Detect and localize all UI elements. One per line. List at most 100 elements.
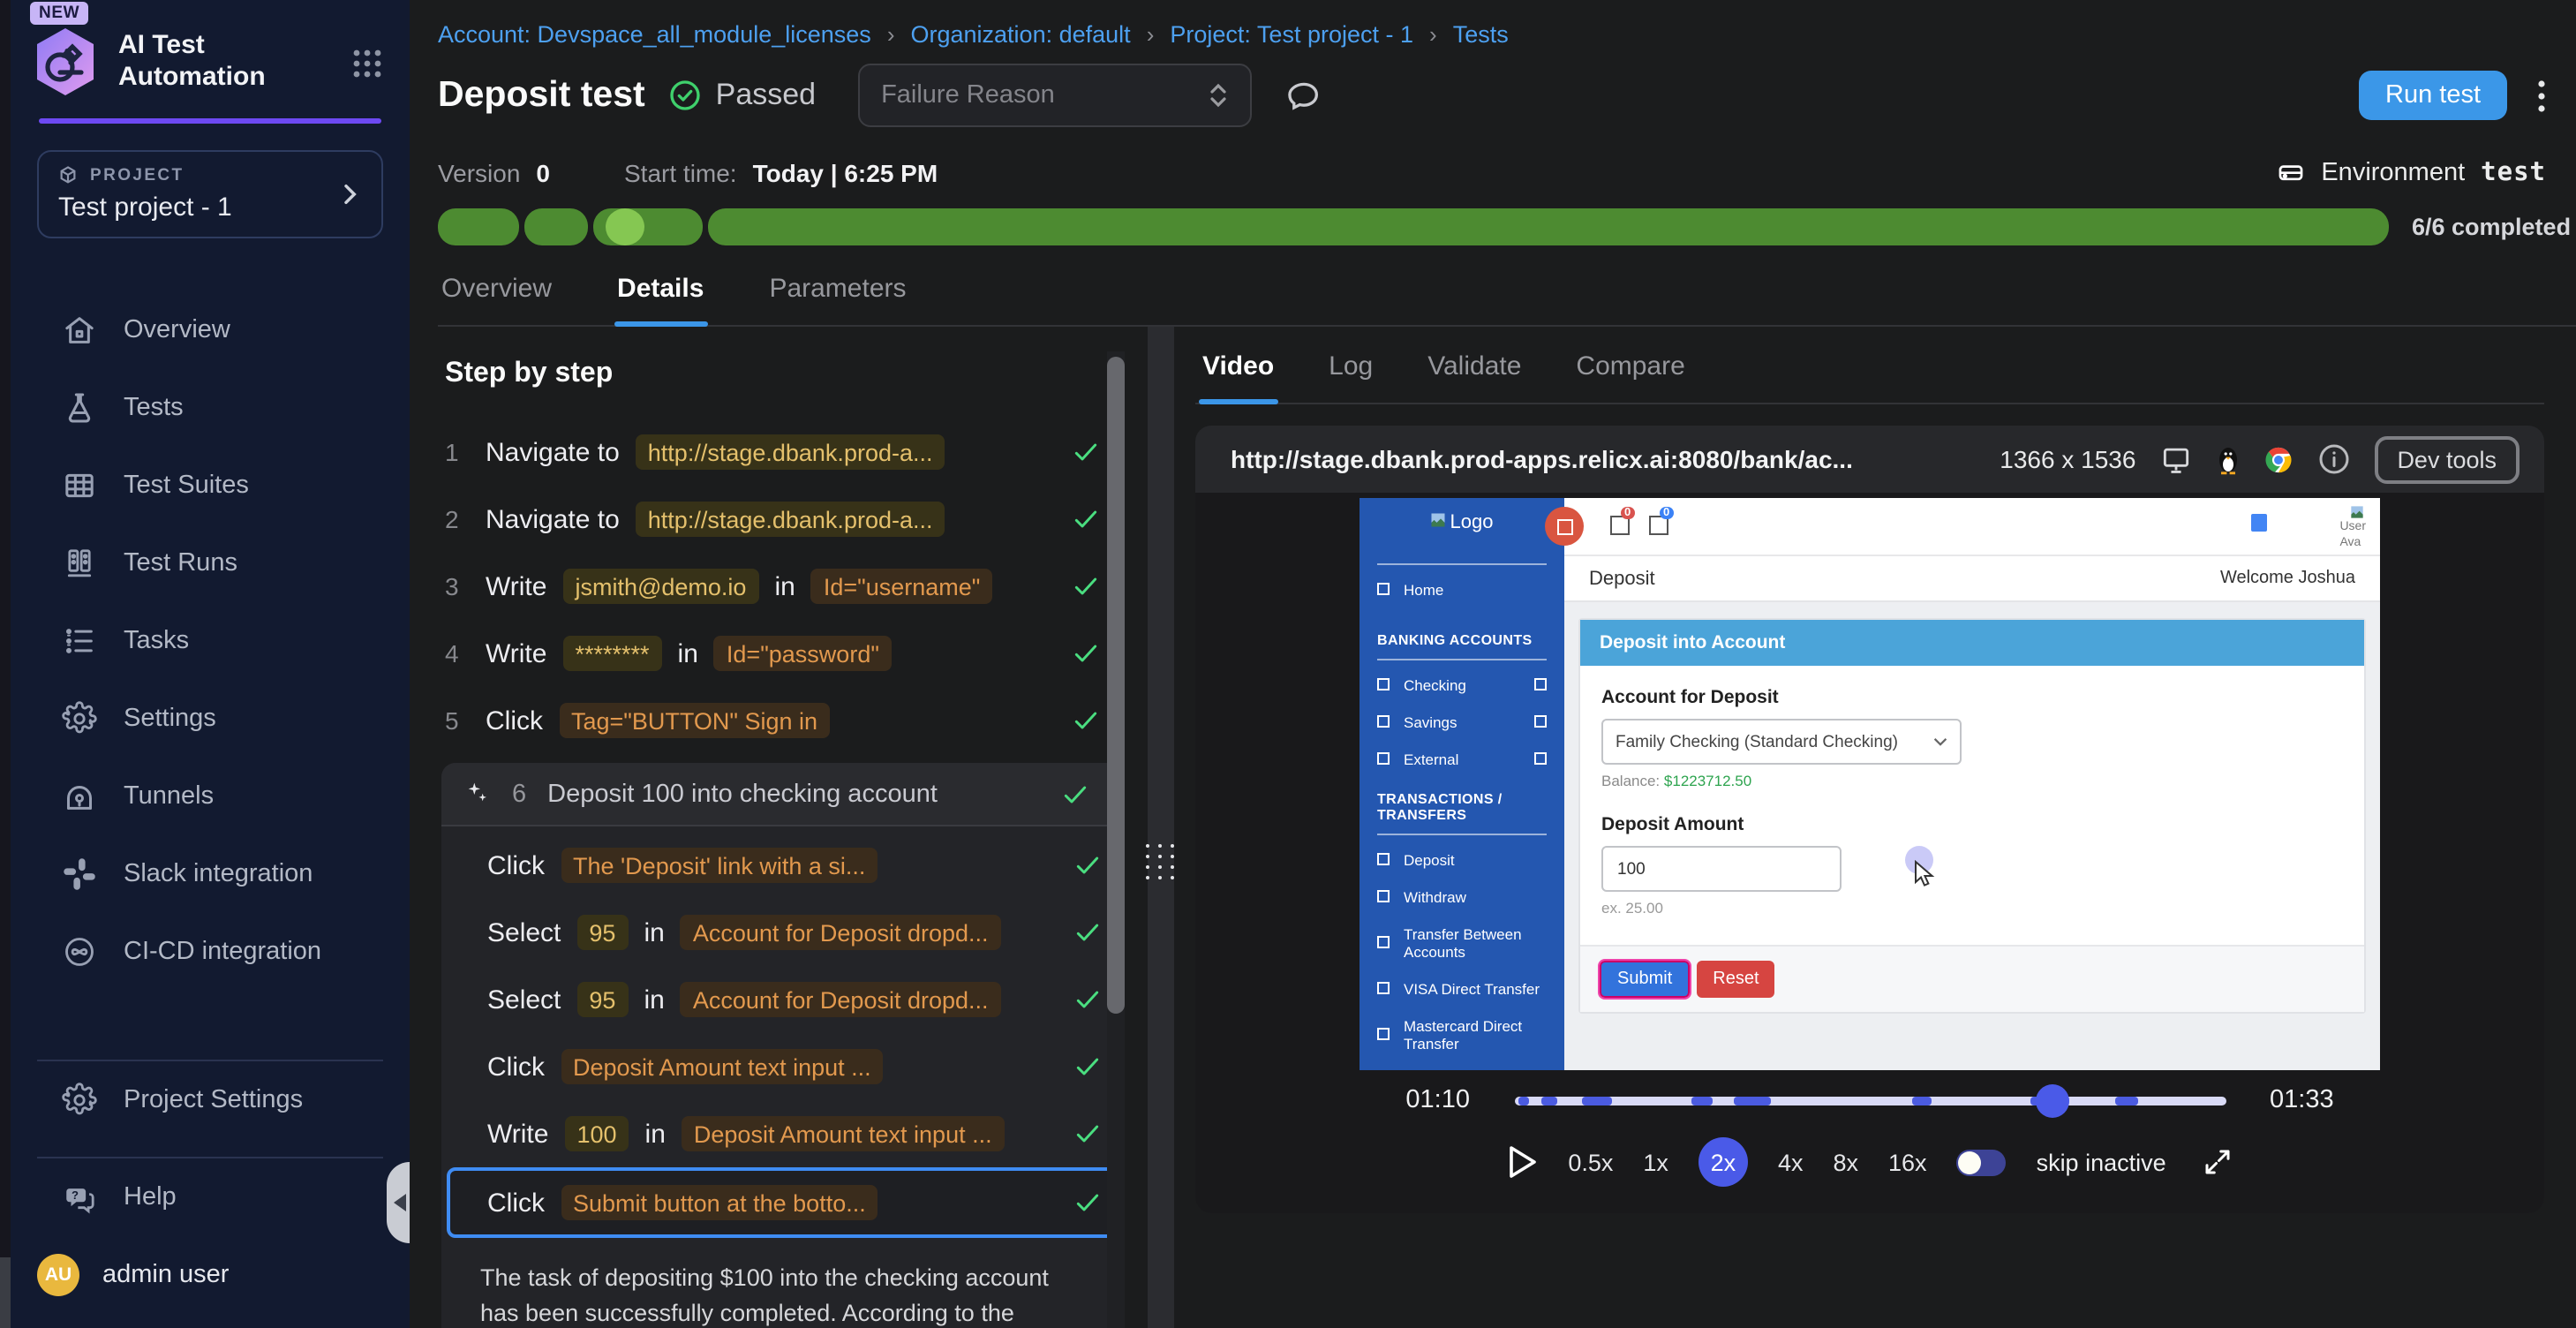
tab-details[interactable]: Details <box>617 274 704 325</box>
bank-nav-item-mastercard-direct-transfer[interactable]: Mastercard Direct Transfer <box>1360 1007 1564 1061</box>
substep-row[interactable]: ClickDeposit Amount text input ... <box>447 1033 1119 1100</box>
tab-parameters[interactable]: Parameters <box>769 274 906 325</box>
step-value-chip[interactable]: 95 <box>576 915 628 950</box>
play-icon[interactable] <box>1506 1144 1538 1180</box>
chrome-icon <box>2263 444 2293 474</box>
step-locator-chip[interactable]: Deposit Amount text input ... <box>561 1049 884 1084</box>
environment-value: test <box>2481 158 2546 186</box>
project-selector[interactable]: PROJECT Test project - 1 <box>37 150 383 238</box>
step-locator-chip[interactable]: Account for Deposit dropd... <box>681 982 1001 1017</box>
deposit-amount-input[interactable]: 100 <box>1601 846 1842 892</box>
step-locator-chip[interactable]: The 'Deposit' link with a si... <box>561 848 877 883</box>
sidebar-item-ci-cd-integration[interactable]: CI-CD integration <box>11 913 410 991</box>
step-row[interactable]: 5ClickTag="BUTTON" Sign in <box>438 687 1146 754</box>
panel-resizer[interactable] <box>1148 327 1174 1328</box>
divider <box>1377 834 1547 835</box>
step-locator-chip[interactable]: Id="password" <box>714 636 892 671</box>
sidebar-item-slack-integration[interactable]: Slack integration <box>11 835 410 913</box>
comment-icon[interactable] <box>1285 77 1322 114</box>
breadcrumb-item[interactable]: Account: Devspace_all_module_licenses <box>438 21 871 48</box>
video-tab-video[interactable]: Video <box>1202 351 1274 403</box>
step-locator-chip[interactable]: Id="username" <box>811 569 993 604</box>
bank-nav-item-withdraw[interactable]: Withdraw <box>1360 878 1564 915</box>
fullscreen-icon[interactable] <box>2202 1146 2233 1178</box>
sidebar-item-project-settings[interactable]: Project Settings <box>11 1061 410 1139</box>
bank-nav-label: External <box>1404 750 1520 767</box>
account-for-deposit-select[interactable]: Family Checking (Standard Checking) <box>1601 719 1962 765</box>
breadcrumb-item[interactable]: Organization: default <box>911 21 1131 48</box>
step-value-chip[interactable]: 100 <box>564 1116 629 1151</box>
sidebar-item-settings[interactable]: Settings <box>11 680 410 758</box>
bank-nav-item-home[interactable]: Home <box>1360 570 1564 607</box>
breadcrumb-item[interactable]: Tests <box>1453 21 1509 48</box>
step-value-chip[interactable]: ******** <box>562 636 661 671</box>
sidebar-item-label: Test Runs <box>124 549 237 577</box>
scrollbar-thumb[interactable] <box>1107 357 1125 1014</box>
step-locator-chip[interactable]: Submit button at the botto... <box>561 1185 878 1220</box>
speed-8x[interactable]: 8x <box>1833 1149 1858 1175</box>
notification-badge: 0 <box>1621 507 1634 519</box>
step-value-chip[interactable]: http://stage.dbank.prod-a... <box>636 434 945 470</box>
sidebar-item-help[interactable]: ?Help <box>11 1158 410 1236</box>
speed-16x[interactable]: 16x <box>1888 1149 1927 1175</box>
bank-reset-button[interactable]: Reset <box>1697 961 1774 998</box>
sidebar-item-tunnels[interactable]: Tunnels <box>11 758 410 835</box>
user-menu[interactable]: AU admin user <box>11 1236 410 1317</box>
step-value-chip[interactable]: 95 <box>576 982 628 1017</box>
step-locator-chip[interactable]: Account for Deposit dropd... <box>681 915 1001 950</box>
app-grid-icon[interactable] <box>350 46 385 81</box>
skip-inactive-toggle[interactable] <box>1957 1149 2007 1175</box>
broken-image-icon <box>2350 505 2364 519</box>
step-locator-chip[interactable]: Tag="BUTTON" Sign in <box>559 703 830 738</box>
status-label: Passed <box>716 78 816 113</box>
step-row[interactable]: 3Writejsmith@demo.ioinId="username" <box>438 553 1146 620</box>
video-tab-log[interactable]: Log <box>1329 351 1373 403</box>
substep-row-selected[interactable]: ClickSubmit button at the botto... <box>447 1167 1119 1238</box>
steps-scrollbar[interactable] <box>1107 351 1125 1328</box>
bank-nav-item-deposit[interactable]: Deposit <box>1360 841 1564 878</box>
substep-row[interactable]: Write100inDeposit Amount text input ... <box>447 1100 1119 1167</box>
timeline-thumb[interactable] <box>2036 1083 2069 1117</box>
step-row[interactable]: 2Navigate tohttp://stage.dbank.prod-a... <box>438 486 1146 553</box>
sidebar-item-overview[interactable]: Overview <box>11 291 410 369</box>
bank-nav-item-visa-direct-transfer[interactable]: VISA Direct Transfer <box>1360 970 1564 1007</box>
breadcrumb-separator: › <box>1429 21 1437 48</box>
monitor-icon <box>2158 442 2192 476</box>
speed-2x[interactable]: 2x <box>1699 1137 1748 1187</box>
sidebar-collapse-handle[interactable] <box>387 1162 410 1243</box>
bank-nav-item-checking[interactable]: Checking <box>1360 666 1564 703</box>
sidebar-item-test-suites[interactable]: Test Suites <box>11 447 410 524</box>
sidebar-item-test-runs[interactable]: Test Runs <box>11 524 410 602</box>
video-tab-validate[interactable]: Validate <box>1427 351 1521 403</box>
bank-nav-item-external[interactable]: External <box>1360 740 1564 777</box>
speed-1x[interactable]: 1x <box>1643 1149 1668 1175</box>
step-value-chip[interactable]: jsmith@demo.io <box>562 569 758 604</box>
substep-row[interactable]: Select95inAccount for Deposit dropd... <box>447 966 1119 1033</box>
bank-submit-button[interactable]: Submit <box>1600 961 1690 998</box>
gear-icon <box>62 1083 97 1118</box>
step-locator-chip[interactable]: Deposit Amount text input ... <box>682 1116 1005 1151</box>
bank-nav-item-transfer-between-accounts[interactable]: Transfer Between Accounts <box>1360 915 1564 970</box>
more-menu-icon[interactable] <box>2537 79 2546 112</box>
speed-4x[interactable]: 4x <box>1778 1149 1804 1175</box>
substep-row[interactable]: Select95inAccount for Deposit dropd... <box>447 899 1119 966</box>
tab-overview[interactable]: Overview <box>441 274 552 325</box>
step-row[interactable]: 1Navigate tohttp://stage.dbank.prod-a... <box>438 419 1146 486</box>
sidebar-item-tasks[interactable]: Tasks <box>11 602 410 680</box>
timeline-track[interactable] <box>1514 1096 2226 1105</box>
devtools-button[interactable]: Dev tools <box>2374 435 2520 483</box>
bank-nav-label: Deposit <box>1404 850 1547 868</box>
step-value-chip[interactable]: http://stage.dbank.prod-a... <box>636 502 945 537</box>
bank-nav-item-savings[interactable]: Savings <box>1360 703 1564 740</box>
breadcrumb-item[interactable]: Project: Test project - 1 <box>1170 21 1413 48</box>
failure-reason-select[interactable]: Failure Reason <box>858 64 1252 127</box>
step-group-header[interactable]: 6 Deposit 100 into checking account <box>441 763 1125 826</box>
run-test-button[interactable]: Run test <box>2359 71 2507 120</box>
progress-segment <box>524 208 588 245</box>
sidebar-item-tests[interactable]: Tests <box>11 369 410 447</box>
speed-0_5x[interactable]: 0.5x <box>1568 1149 1613 1175</box>
substep-row[interactable]: ClickThe 'Deposit' link with a si... <box>447 832 1119 899</box>
info-icon[interactable] <box>2316 441 2351 477</box>
step-row[interactable]: 4Write********inId="password" <box>438 620 1146 687</box>
video-tab-compare[interactable]: Compare <box>1576 351 1684 403</box>
